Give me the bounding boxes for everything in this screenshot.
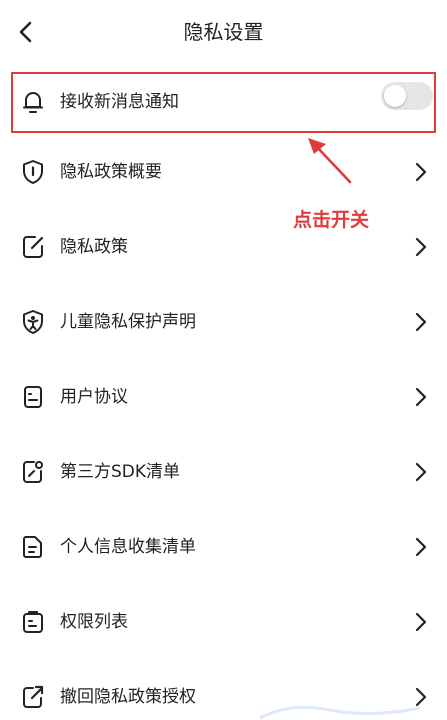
list-item-label: 撤回隐私政策授权 [60, 687, 196, 707]
sdk-list-icon [20, 459, 46, 485]
top-bar: 隐私设置 [0, 0, 447, 64]
list-item-label: 第三方SDK清单 [60, 462, 181, 482]
list-item-privacy-summary[interactable]: 隐私政策概要 [0, 142, 447, 202]
toggle-knob [384, 85, 406, 107]
watermark-logo-icon [259, 705, 421, 720]
list-item-label: 儿童隐私保护声明 [60, 312, 196, 332]
list-item-permissions[interactable]: 权限列表 [0, 592, 447, 652]
list-item-label: 隐私政策 [60, 237, 128, 257]
chevron-right-icon [413, 462, 429, 482]
chevron-right-icon [413, 237, 429, 257]
child-shield-icon [20, 309, 46, 335]
list-item-label: 用户协议 [60, 387, 128, 407]
share-out-icon [20, 684, 46, 710]
shield-info-icon [20, 159, 46, 185]
agreement-icon [20, 384, 46, 410]
list-item-label: 个人信息收集清单 [60, 537, 196, 557]
list-item-label: 隐私政策概要 [60, 162, 162, 182]
notification-toggle[interactable] [381, 82, 433, 110]
list-item-label: 权限列表 [60, 612, 128, 632]
highlight-box [11, 72, 436, 133]
document-list-icon [20, 534, 46, 560]
list-item-personal-info[interactable]: 个人信息收集清单 [0, 517, 447, 577]
chevron-right-icon [413, 537, 429, 557]
page-title: 隐私设置 [183, 20, 264, 44]
chevron-right-icon [413, 612, 429, 632]
chevron-right-icon [413, 387, 429, 407]
list-item-privacy-policy[interactable]: 隐私政策 [0, 217, 447, 277]
chevron-right-icon [413, 312, 429, 332]
list-item-user-agreement[interactable]: 用户协议 [0, 367, 447, 427]
chevron-right-icon [413, 162, 429, 182]
list-item-third-party-sdk[interactable]: 第三方SDK清单 [0, 442, 447, 502]
list-item-child-privacy[interactable]: 儿童隐私保护声明 [0, 292, 447, 352]
permission-list-icon [20, 609, 46, 635]
edit-document-icon [20, 234, 46, 260]
